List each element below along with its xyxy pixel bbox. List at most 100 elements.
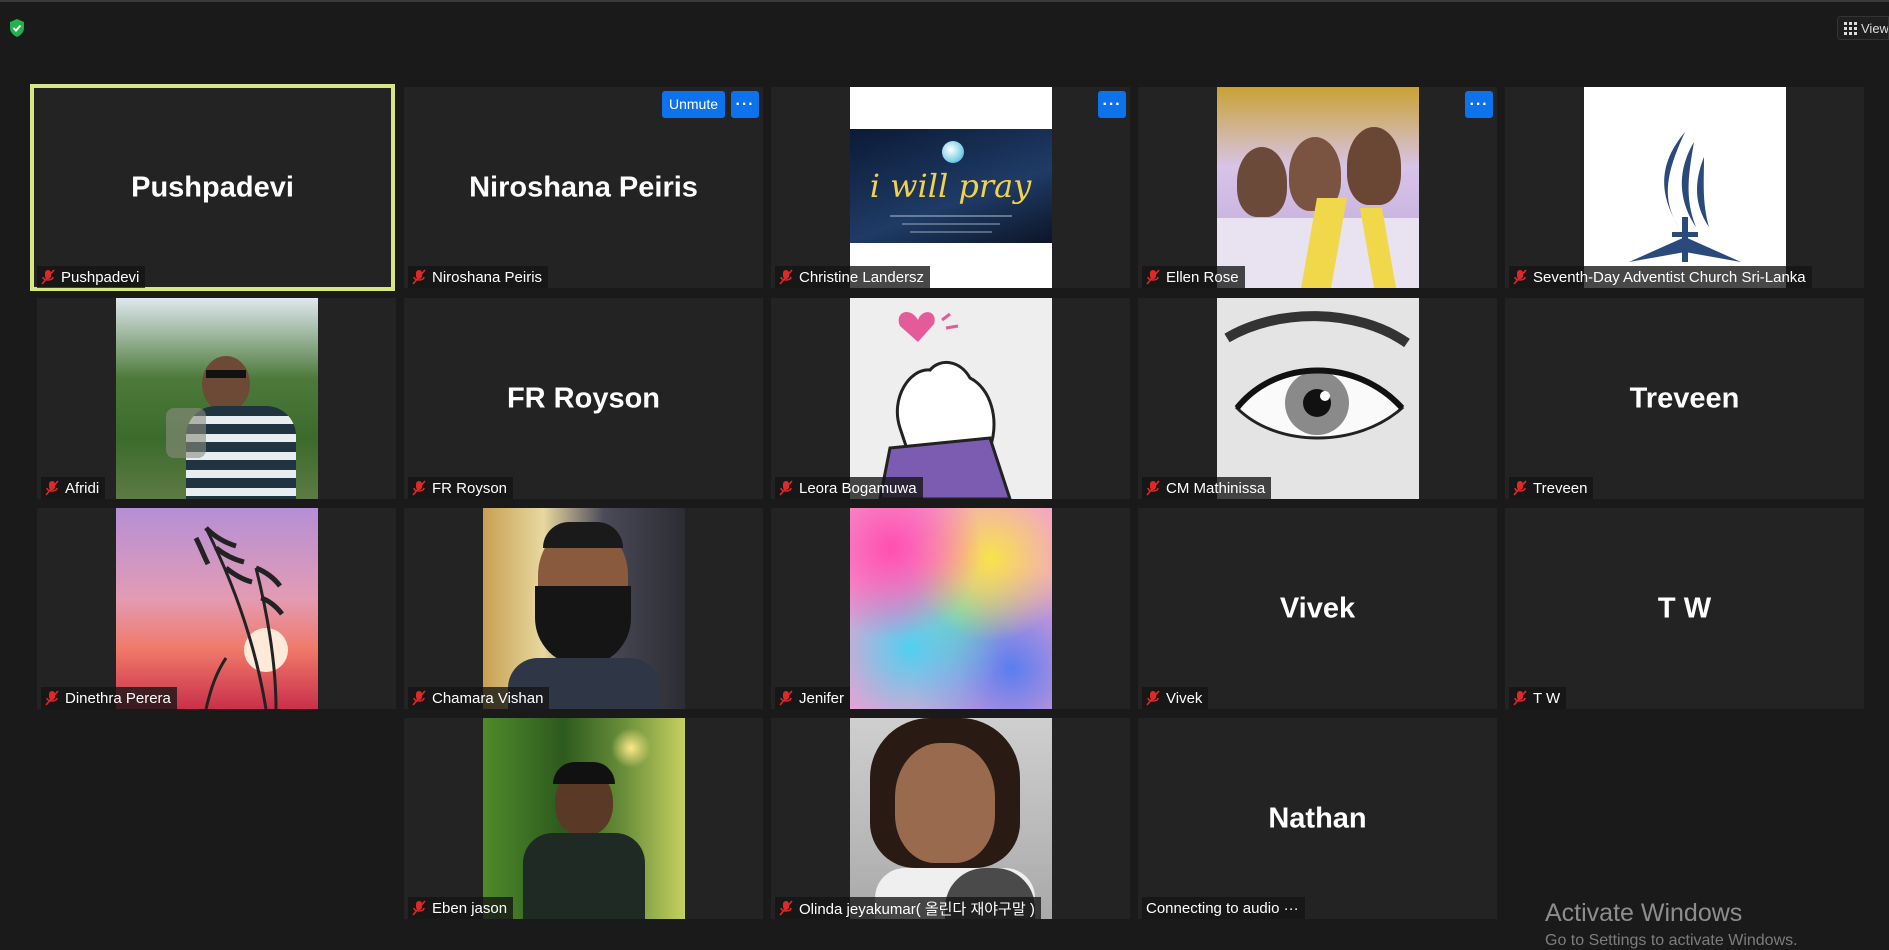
- muted-mic-icon: [1146, 480, 1160, 496]
- participant-name-label: Chamara Vishan: [432, 689, 544, 707]
- participant-name-label: CM Mathinissa: [1166, 479, 1266, 497]
- muted-mic-icon: [1513, 690, 1527, 706]
- participant-big-name: Pushpadevi: [131, 171, 294, 203]
- participant-name-label: Pushpadevi: [61, 268, 140, 286]
- profile-picture: [849, 718, 1052, 919]
- participant-big-name: FR Royson: [506, 382, 661, 414]
- participant-name-label: Seventh-Day Adventist Church Sri-Lanka: [1533, 268, 1806, 286]
- participant-name-label: Leora Bogamuwa: [799, 479, 917, 497]
- participant-name-label: Afridi: [65, 479, 100, 497]
- view-button[interactable]: View: [1837, 16, 1889, 40]
- participant-namebar: Leora Bogamuwa: [775, 477, 923, 499]
- participant-name-label: FR Royson: [432, 479, 508, 497]
- muted-mic-icon: [412, 269, 426, 285]
- video-tile-olinda[interactable]: Olinda jeyakumar( 올린다 재야구말 ): [771, 718, 1130, 919]
- participant-name-label: Treveen: [1533, 479, 1588, 497]
- video-tile-jenifer[interactable]: Jenifer: [771, 508, 1130, 709]
- participant-big-name: Niroshana Peiris: [469, 171, 698, 203]
- participant-name-label: Eben jason: [432, 899, 508, 917]
- connecting-audio-label: Connecting to audio ···: [1146, 899, 1299, 917]
- muted-mic-icon: [412, 480, 426, 496]
- muted-mic-icon: [1513, 269, 1527, 285]
- view-label: View: [1861, 20, 1889, 36]
- muted-mic-icon: [412, 900, 426, 916]
- grass-silhouette-icon: [193, 526, 284, 709]
- muted-mic-icon: [41, 269, 55, 285]
- video-tile-treveen[interactable]: Treveen Treveen: [1505, 298, 1864, 499]
- more-options-button[interactable]: ···: [731, 91, 759, 118]
- participant-namebar: CM Mathinissa: [1142, 477, 1272, 499]
- participant-namebar: Seventh-Day Adventist Church Sri-Lanka: [1509, 266, 1812, 288]
- participant-name-label: Jenifer: [799, 689, 845, 707]
- video-tile-niroshana[interactable]: Unmute ··· Niroshana Peiris Niroshana Pe…: [404, 87, 763, 288]
- participant-namebar: Christine Landersz: [775, 266, 931, 288]
- participant-namebar: Chamara Vishan: [408, 687, 550, 709]
- profile-picture: [849, 298, 1052, 499]
- participant-name-label: Niroshana Peiris: [432, 268, 543, 286]
- participant-big-name: Treveen: [1629, 382, 1740, 414]
- church-logo-icon: [1628, 132, 1741, 262]
- more-options-button[interactable]: ···: [1098, 91, 1126, 118]
- profile-picture: [115, 298, 318, 499]
- muted-mic-icon: [45, 480, 59, 496]
- profile-picture: [1216, 87, 1419, 288]
- muted-mic-icon: [779, 690, 793, 706]
- activate-windows-title: Activate Windows: [1545, 899, 1743, 927]
- participant-namebar: Olinda jeyakumar( 올린다 재야구말 ): [775, 897, 1041, 919]
- participant-namebar: Pushpadevi: [37, 266, 146, 288]
- participant-namebar: Niroshana Peiris: [408, 266, 549, 288]
- participant-name-label: Dinethra Perera: [65, 689, 171, 707]
- video-tile-chamara[interactable]: Chamara Vishan: [404, 508, 763, 709]
- video-tile-ellen[interactable]: ··· Ellen Rose: [1138, 87, 1497, 288]
- video-tile-afridi[interactable]: Afridi: [37, 298, 396, 499]
- participant-namebar: Jenifer: [775, 687, 851, 709]
- muted-mic-icon: [779, 900, 793, 916]
- muted-mic-icon: [412, 690, 426, 706]
- participant-name-label: Ellen Rose: [1166, 268, 1239, 286]
- more-options-button[interactable]: ···: [1465, 91, 1493, 118]
- eye-drawing-icon: [1223, 311, 1410, 440]
- participant-namebar: FR Royson: [408, 477, 514, 499]
- participant-namebar: Afridi: [41, 477, 106, 499]
- participant-namebar: Dinethra Perera: [41, 687, 177, 709]
- video-tile-christine[interactable]: i will pray ··· Christine Landersz: [771, 87, 1130, 288]
- video-tile-tw[interactable]: T W T W: [1505, 508, 1864, 709]
- profile-picture: [482, 718, 685, 919]
- muted-mic-icon: [779, 269, 793, 285]
- muted-mic-icon: [1146, 690, 1160, 706]
- security-shield-icon[interactable]: [8, 18, 26, 38]
- video-tile-cm[interactable]: CM Mathinissa: [1138, 298, 1497, 499]
- video-tile-frroyson[interactable]: FR Royson FR Royson: [404, 298, 763, 499]
- photo-caption: i will pray: [869, 167, 1032, 205]
- participant-namebar: Vivek: [1142, 687, 1209, 709]
- participant-namebar: Eben jason: [408, 897, 514, 919]
- video-tile-pushpadevi[interactable]: Pushpadevi Pushpadevi: [30, 84, 395, 291]
- muted-mic-icon: [1513, 480, 1527, 496]
- muted-mic-icon: [45, 690, 59, 706]
- participant-name-label: Olinda jeyakumar( 올린다 재야구말 ): [799, 900, 1035, 918]
- activate-windows-subtitle: Go to Settings to activate Windows.: [1545, 932, 1798, 949]
- video-tile-eben[interactable]: Eben jason: [404, 718, 763, 919]
- participant-big-name: Nathan: [1268, 802, 1367, 834]
- profile-picture: i will pray: [849, 87, 1052, 288]
- participant-namebar: Connecting to audio ···: [1142, 897, 1305, 919]
- participant-big-name: T W: [1657, 592, 1712, 624]
- unmute-button[interactable]: Unmute: [661, 91, 725, 118]
- profile-picture: [115, 508, 318, 709]
- participant-name-label: Christine Landersz: [799, 268, 925, 286]
- profile-picture: [1216, 298, 1419, 499]
- participant-namebar: Ellen Rose: [1142, 266, 1245, 288]
- participant-big-name: Vivek: [1279, 592, 1356, 624]
- video-tile-leora[interactable]: Leora Bogamuwa: [771, 298, 1130, 499]
- video-tile-dinethra[interactable]: Dinethra Perera: [37, 508, 396, 709]
- video-tile-sda[interactable]: Seventh-Day Adventist Church Sri-Lanka: [1505, 87, 1864, 288]
- participant-name-label: T W: [1533, 689, 1561, 707]
- video-tile-nathan[interactable]: Nathan Connecting to audio ···: [1138, 718, 1497, 919]
- participant-namebar: Treveen: [1509, 477, 1594, 499]
- participant-name-label: Vivek: [1166, 689, 1203, 707]
- profile-picture: [1583, 87, 1786, 288]
- muted-mic-icon: [1146, 269, 1160, 285]
- video-tile-vivek[interactable]: Vivek Vivek: [1138, 508, 1497, 709]
- gallery-grid-icon: [1844, 21, 1857, 35]
- muted-mic-icon: [779, 480, 793, 496]
